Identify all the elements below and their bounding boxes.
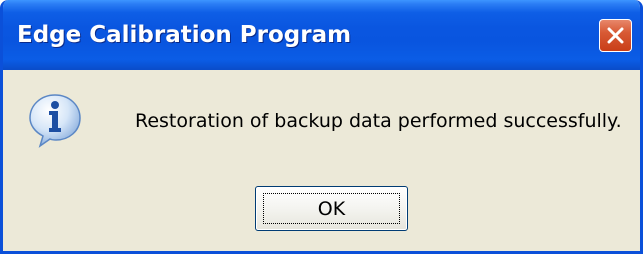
dialog-title: Edge Calibration Program bbox=[17, 22, 352, 48]
info-icon bbox=[29, 94, 81, 148]
close-icon bbox=[607, 27, 624, 44]
message-dialog: Edge Calibration Program Restoration of … bbox=[0, 0, 643, 254]
close-button[interactable] bbox=[599, 19, 632, 52]
dialog-message: Restoration of backup data performed suc… bbox=[135, 110, 622, 132]
ok-button[interactable]: OK bbox=[255, 186, 408, 231]
title-bar[interactable]: Edge Calibration Program bbox=[3, 0, 640, 70]
dialog-content: Restoration of backup data performed suc… bbox=[3, 70, 640, 251]
ok-button-label: OK bbox=[317, 197, 346, 220]
